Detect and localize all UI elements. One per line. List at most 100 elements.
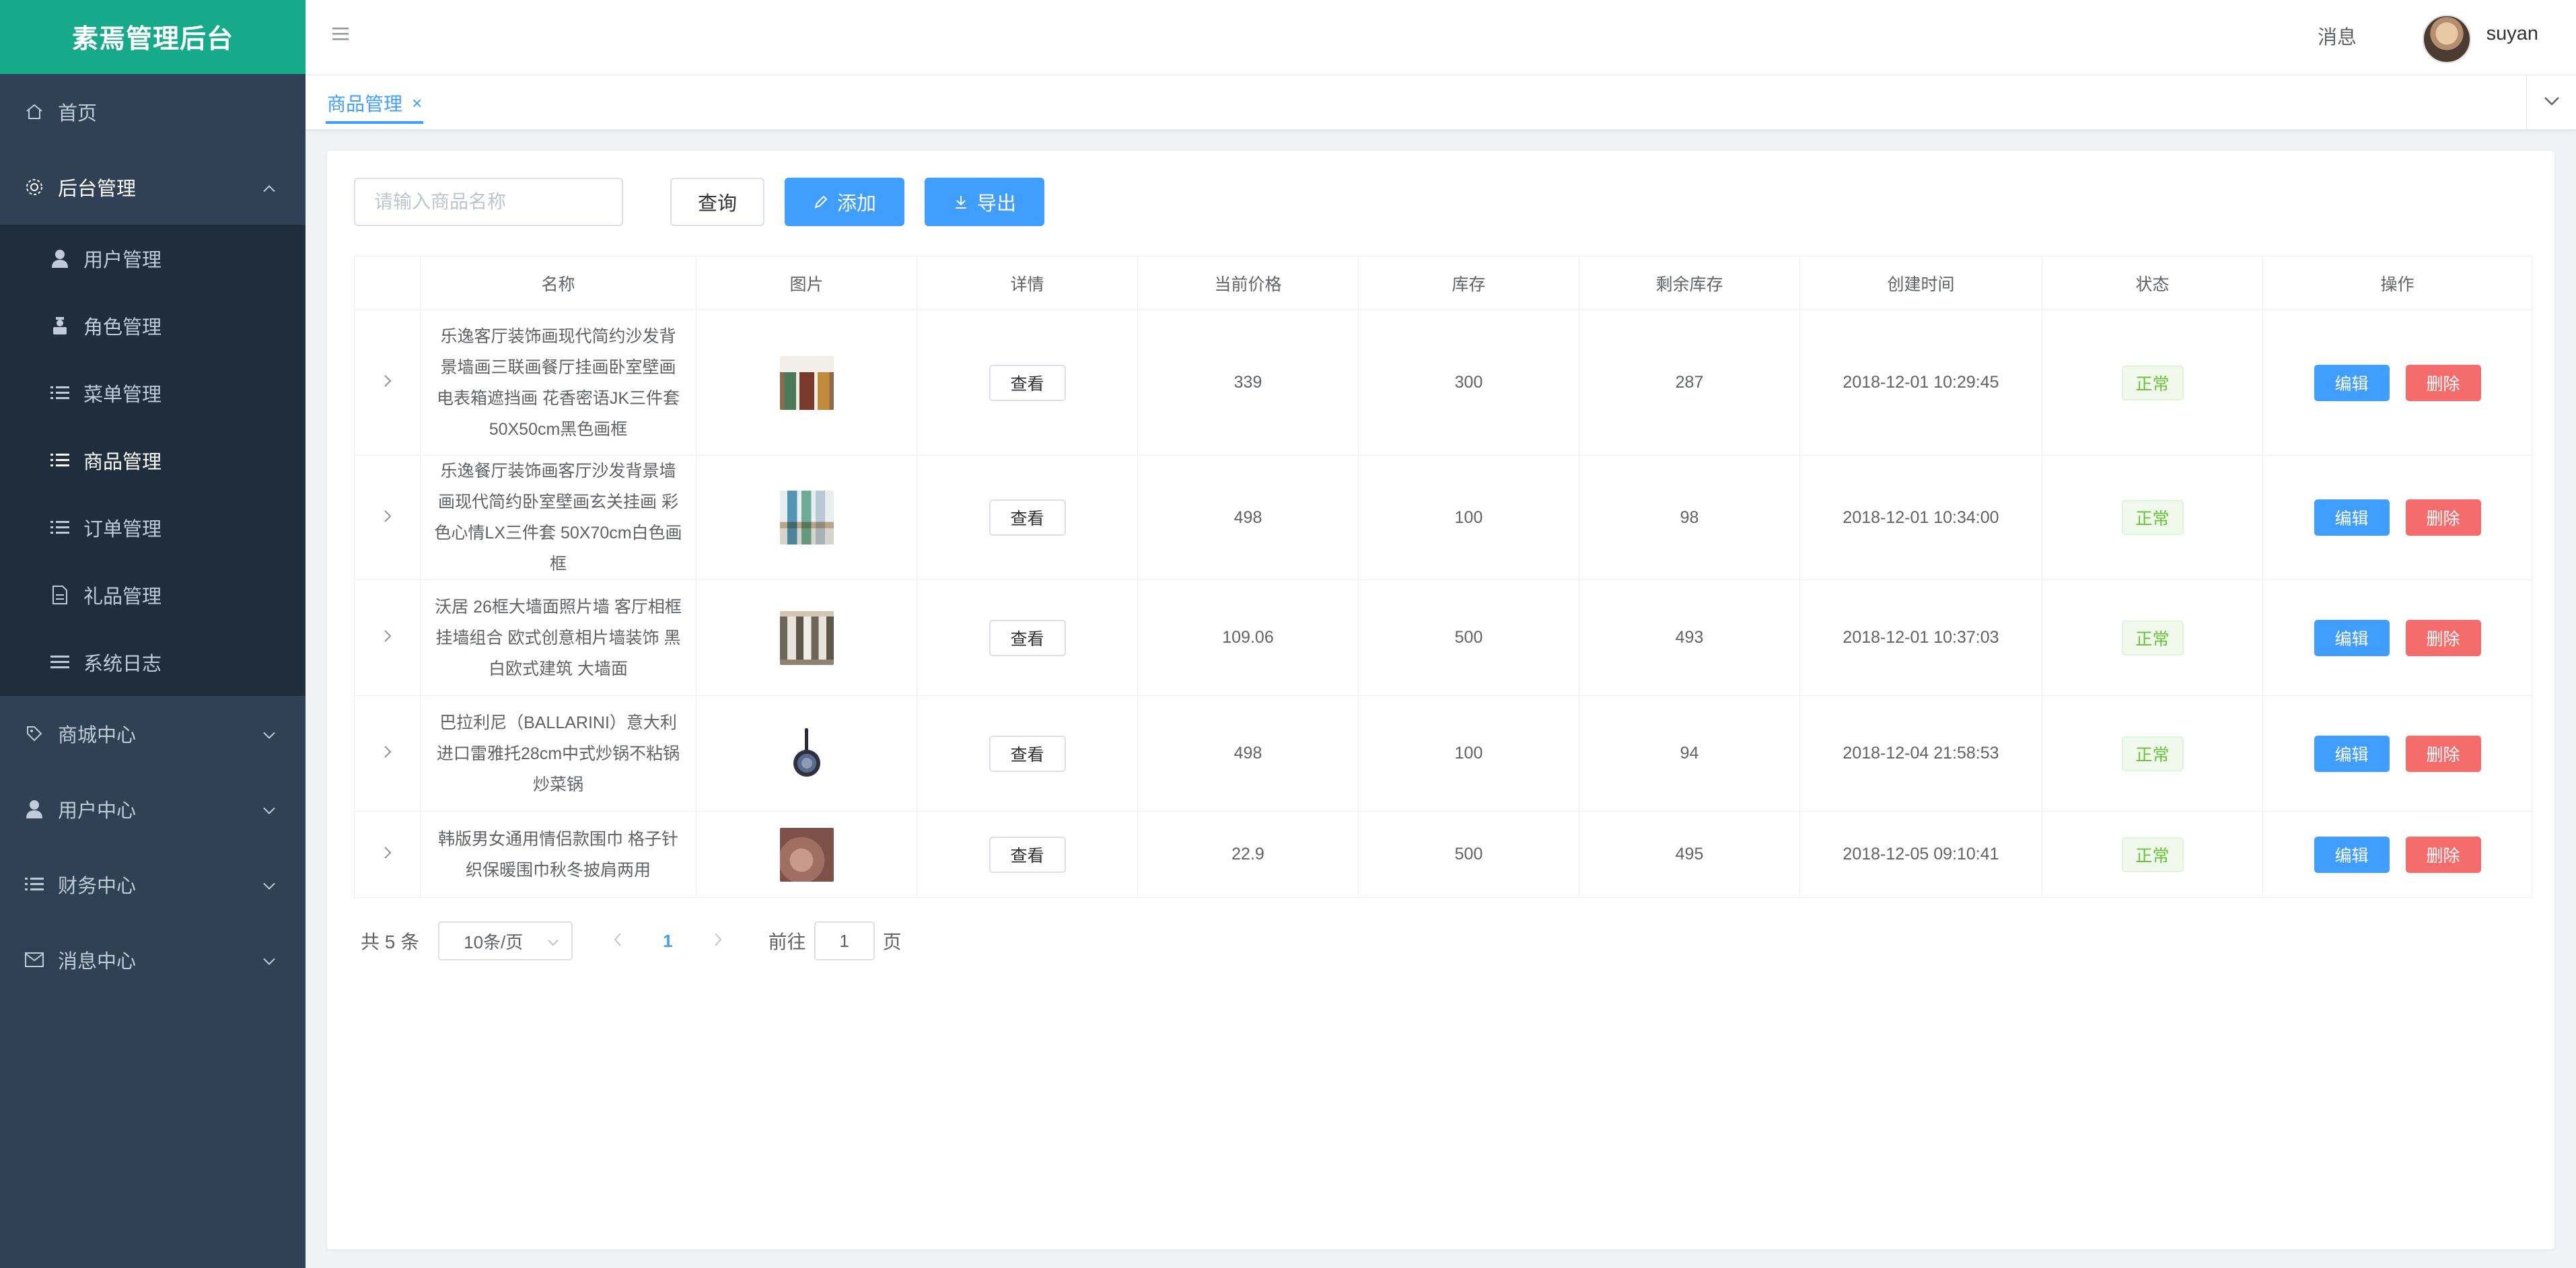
- sidebar-item-logs[interactable]: 系统日志: [0, 629, 306, 696]
- detail-cell: 查看: [917, 455, 1138, 580]
- sidebar-item-finance[interactable]: 财务中心: [0, 847, 306, 922]
- export-button[interactable]: 导出: [925, 178, 1044, 226]
- status-badge: 正常: [2121, 500, 2184, 535]
- status-cell: 正常: [2042, 811, 2263, 898]
- avatar[interactable]: [2423, 15, 2471, 63]
- edit-button[interactable]: 编辑: [2314, 364, 2390, 401]
- tab-label: 商品管理: [327, 94, 403, 114]
- product-image: [779, 610, 834, 665]
- hamburger-icon[interactable]: [332, 26, 354, 47]
- sidebar-item-messages[interactable]: 消息中心: [0, 922, 306, 997]
- created-cell: 2018-12-05 09:10:41: [1799, 811, 2042, 898]
- chevron-right-icon: [384, 508, 392, 527]
- username[interactable]: suyan: [2486, 23, 2538, 45]
- home-icon: [23, 100, 46, 123]
- query-button[interactable]: 查询: [670, 178, 764, 226]
- delete-button[interactable]: 删除: [2405, 619, 2481, 656]
- product-name: 乐逸餐厅装饰画客厅沙发背景墙画现代简约卧室壁画玄关挂画 彩色心情LX三件套 50…: [420, 455, 696, 580]
- view-button[interactable]: 查看: [989, 836, 1066, 873]
- list-icon: [50, 518, 70, 538]
- expand-toggle[interactable]: [354, 455, 421, 580]
- price-cell: 339: [1137, 310, 1359, 456]
- product-image: [780, 727, 834, 781]
- search-input[interactable]: [354, 178, 623, 226]
- content-card: 查询 添加 导出 名称 图片 详情 当前价格: [327, 151, 2554, 1249]
- view-button[interactable]: 查看: [989, 735, 1066, 772]
- status-badge: 正常: [2121, 736, 2184, 771]
- tab-products[interactable]: 商品管理 ×: [326, 89, 424, 124]
- product-name: 韩版男女通用情侣款围巾 格子针织保暖围巾秋冬披肩两用: [420, 811, 696, 898]
- stock-cell: 500: [1358, 579, 1579, 696]
- col-header: 状态: [2042, 256, 2263, 310]
- add-button[interactable]: 添加: [785, 178, 904, 226]
- view-button[interactable]: 查看: [989, 619, 1066, 656]
- delete-button[interactable]: 删除: [2405, 836, 2481, 873]
- delete-button[interactable]: 删除: [2405, 735, 2481, 772]
- edit-button[interactable]: 编辑: [2314, 735, 2390, 772]
- top-header: 消息 suyan: [306, 0, 2576, 75]
- sidebar-item-products[interactable]: 商品管理: [0, 427, 306, 494]
- next-page-button[interactable]: [708, 929, 728, 952]
- user-icon: [50, 248, 70, 269]
- sidebar-item-label: 商城中心: [58, 725, 137, 746]
- page-number[interactable]: 1: [663, 931, 672, 952]
- col-header: 图片: [696, 256, 917, 310]
- prev-page-button[interactable]: [608, 929, 628, 952]
- detail-cell: 查看: [917, 579, 1138, 696]
- sidebar-item-orders[interactable]: 订单管理: [0, 494, 306, 561]
- stock-cell: 100: [1358, 455, 1579, 580]
- chevron-down-icon: [262, 798, 276, 820]
- messages-link[interactable]: 消息: [2318, 22, 2357, 50]
- expand-toggle[interactable]: [354, 695, 421, 812]
- tags-dropdown[interactable]: [2526, 75, 2576, 129]
- view-button[interactable]: 查看: [989, 499, 1066, 536]
- product-image-cell: [696, 455, 917, 580]
- product-image-cell: [696, 695, 917, 812]
- page-size-select[interactable]: 10条/页: [438, 921, 573, 960]
- product-image-cell: [696, 310, 917, 456]
- delete-button[interactable]: 删除: [2405, 364, 2481, 401]
- sidebar-item-label: 首页: [58, 103, 98, 125]
- edit-button[interactable]: 编辑: [2314, 619, 2390, 656]
- goto-page-input[interactable]: 1: [814, 921, 875, 960]
- status-cell: 正常: [2042, 455, 2263, 580]
- product-name: 巴拉利尼（BALLARINI）意大利进口雷雅托28cm中式炒锅不粘锅炒菜锅: [420, 695, 696, 812]
- sidebar-item-backend[interactable]: 后台管理: [0, 149, 306, 225]
- goto-label: 前往: [768, 931, 806, 952]
- expand-toggle[interactable]: [354, 310, 421, 456]
- goto-suffix: 页: [882, 931, 902, 952]
- sidebar-item-user-center[interactable]: 用户中心: [0, 771, 306, 847]
- expand-toggle[interactable]: [354, 811, 421, 898]
- chevron-down-icon: [2544, 96, 2560, 109]
- col-expand: [354, 256, 421, 310]
- tags-bar: 商品管理 ×: [306, 75, 2576, 129]
- sidebar-item-gifts[interactable]: 礼品管理: [0, 561, 306, 629]
- expand-toggle[interactable]: [354, 579, 421, 696]
- edit-button[interactable]: 编辑: [2314, 836, 2390, 873]
- add-label: 添加: [836, 193, 876, 215]
- sidebar-item-label: 后台管理: [58, 178, 137, 200]
- delete-button[interactable]: 删除: [2405, 499, 2481, 536]
- remaining-cell: 493: [1579, 579, 1800, 696]
- table-row: 韩版男女通用情侣款围巾 格子针织保暖围巾秋冬披肩两用 查看 22.9 500 4…: [354, 811, 2532, 898]
- col-header: 操作: [2262, 256, 2532, 310]
- actions-cell: 编辑 删除: [2262, 310, 2532, 456]
- sidebar-item-menus[interactable]: 菜单管理: [0, 359, 306, 427]
- sidebar-item-roles[interactable]: 角色管理: [0, 292, 306, 359]
- status-cell: 正常: [2042, 310, 2263, 456]
- created-cell: 2018-12-01 10:29:45: [1799, 310, 2042, 456]
- pagination: 共 5 条 10条/页 1 前往 1 页: [361, 921, 902, 961]
- sidebar-item-users[interactable]: 用户管理: [0, 225, 306, 292]
- sidebar-item-home[interactable]: 首页: [0, 74, 306, 149]
- status-badge: 正常: [2121, 620, 2184, 656]
- view-button[interactable]: 查看: [989, 364, 1066, 401]
- app-logo: 素焉管理后台: [0, 0, 306, 74]
- mail-icon: [23, 948, 46, 971]
- close-icon[interactable]: ×: [412, 93, 422, 114]
- page-size-value: 10条/页: [464, 931, 524, 952]
- chevron-right-icon: [384, 373, 392, 392]
- edit-button[interactable]: 编辑: [2314, 499, 2390, 536]
- sidebar-item-mall[interactable]: 商城中心: [0, 696, 306, 771]
- detail-cell: 查看: [917, 310, 1138, 456]
- total-count: 共 5 条: [361, 931, 420, 952]
